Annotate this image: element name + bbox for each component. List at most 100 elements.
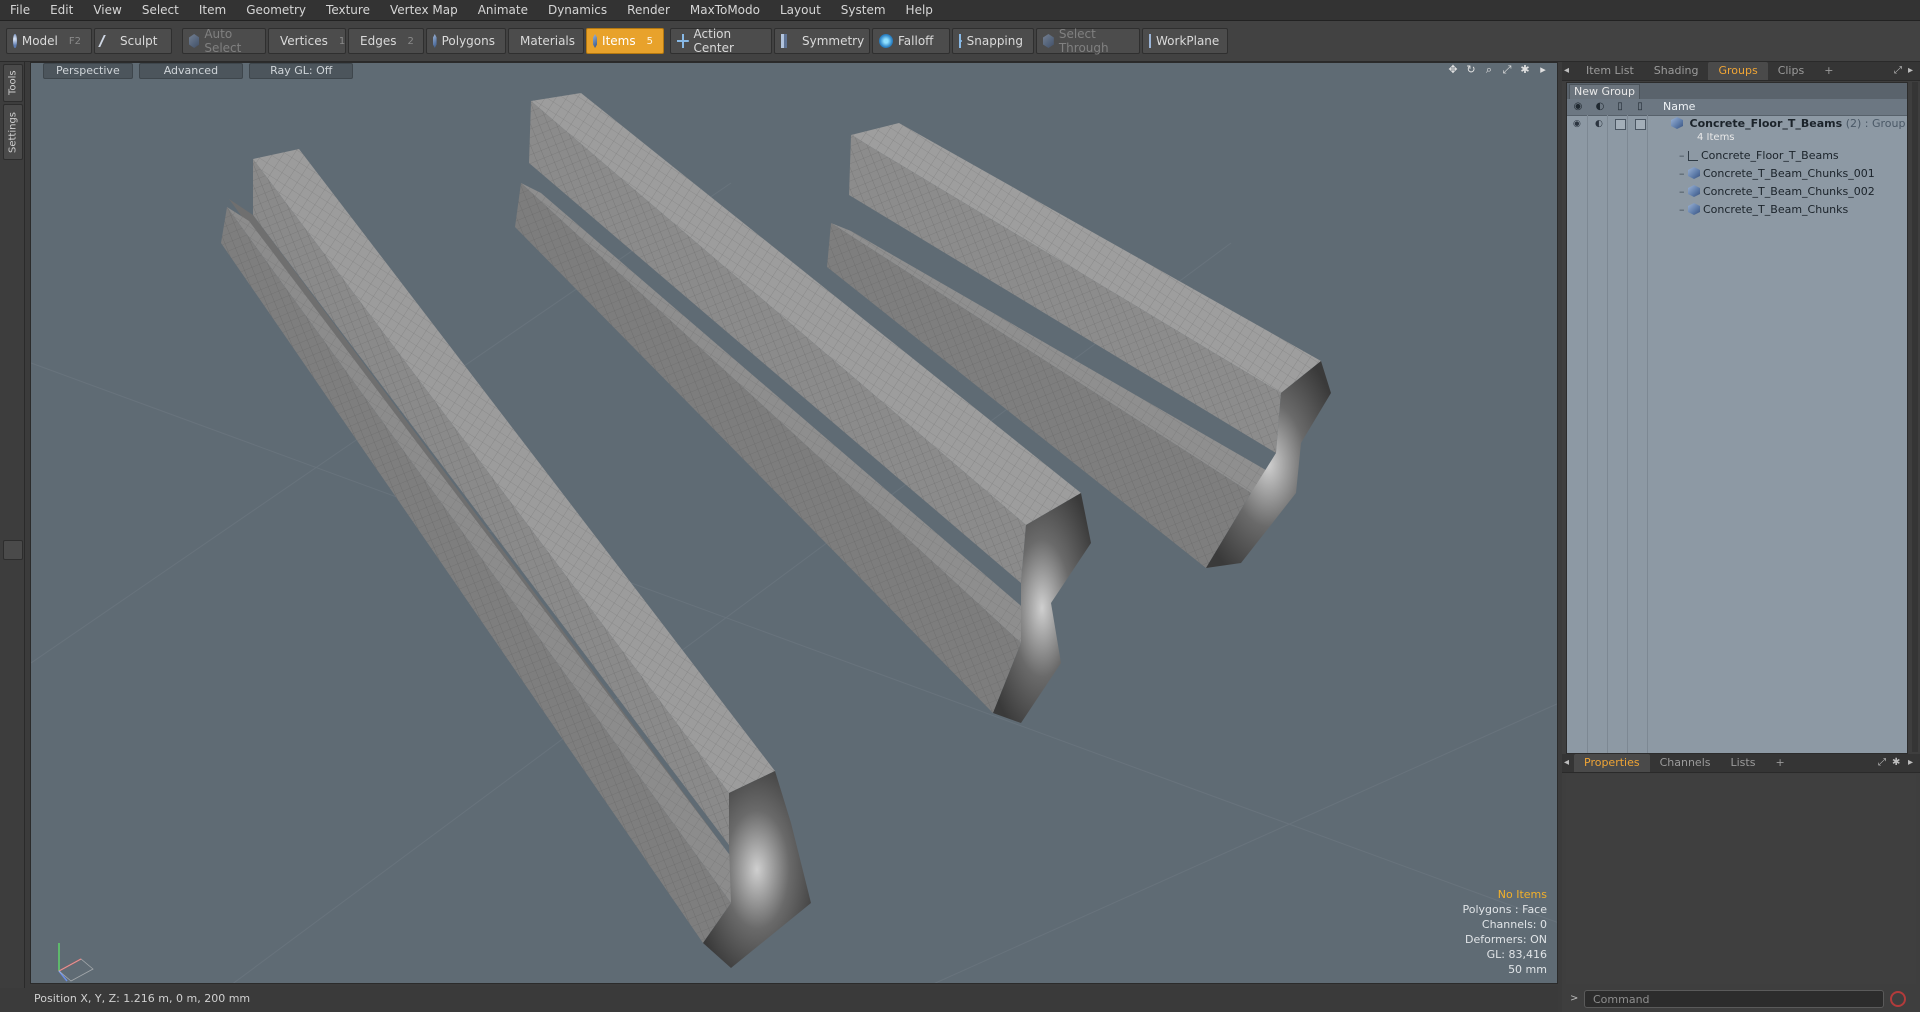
command-arrow-icon[interactable]: > (1570, 993, 1578, 1004)
gear-icon[interactable]: ✱ (1519, 64, 1531, 76)
visibility-eye-icon[interactable]: ◉ (1573, 119, 1581, 129)
select-checkbox[interactable] (1635, 119, 1646, 130)
panel-arrow-icon[interactable]: ▸ (1908, 757, 1913, 768)
list-item[interactable]: – Concrete_T_Beam_Chunks (1679, 201, 1848, 218)
lock-header-icon[interactable]: ▯ (1613, 100, 1627, 114)
raygl-button[interactable]: Ray GL: Off (249, 63, 354, 79)
pan-icon[interactable]: ✥ (1447, 64, 1459, 76)
command-input[interactable]: Command (1584, 990, 1884, 1008)
viewport-tools: ✥ ↻ ⌕ ⤢ ✱ ▸ (1447, 64, 1549, 76)
zoom-icon[interactable]: ⌕ (1483, 64, 1495, 76)
menu-texture[interactable]: Texture (316, 0, 380, 20)
maximize-icon[interactable]: ⤢ (1878, 757, 1886, 768)
tab-lists[interactable]: Lists (1721, 754, 1766, 772)
menu-maxtomodo[interactable]: MaxToModo (680, 0, 770, 20)
panel-menu-icon[interactable]: ◂ (1564, 757, 1569, 768)
panel-menu-icon[interactable]: ◂ (1564, 65, 1569, 76)
panel-arrow-icon[interactable]: ▸ (1908, 65, 1913, 76)
items-button[interactable]: Items 5 (586, 28, 664, 54)
menu-view[interactable]: View (83, 0, 131, 20)
channels-info: Channels: 0 (1481, 918, 1547, 931)
menu-edit[interactable]: Edit (40, 0, 83, 20)
tab-add[interactable]: + (1765, 754, 1794, 772)
strip-toggle[interactable] (3, 540, 23, 560)
menu-animate[interactable]: Animate (468, 0, 538, 20)
menu-system[interactable]: System (831, 0, 896, 20)
polygons-info: Polygons : Face (1462, 903, 1547, 916)
properties-panel (1566, 774, 1916, 984)
mesh-icon (1688, 167, 1700, 179)
symmetry-button[interactable]: Symmetry (774, 28, 870, 54)
groups-scrollbar[interactable] (1912, 82, 1918, 752)
properties-tabs: ◂ Properties Channels Lists + ⤢ ✱ ▸ (1562, 754, 1920, 773)
snapping-button[interactable]: Snapping (952, 28, 1034, 54)
visibility-header-icon[interactable]: ◉ (1571, 100, 1585, 114)
tab-clips[interactable]: Clips (1768, 62, 1815, 80)
render-header-icon[interactable]: ◐ (1593, 100, 1607, 114)
tab-add[interactable]: + (1814, 62, 1843, 80)
falloff-button[interactable]: Falloff (872, 28, 950, 54)
gl-info: GL: 83,416 (1486, 948, 1547, 961)
maximize-icon[interactable]: ⤢ (1894, 65, 1902, 76)
mesh-icon (1688, 203, 1700, 215)
menu-vertex-map[interactable]: Vertex Map (380, 0, 468, 20)
deformers-info: Deformers: ON (1465, 933, 1547, 946)
select-through-button[interactable]: Select Through (1036, 27, 1140, 55)
menu-dynamics[interactable]: Dynamics (538, 0, 617, 20)
sculpt-mode-button[interactable]: Sculpt (94, 28, 172, 54)
menu-render[interactable]: Render (617, 0, 680, 20)
view-type-button[interactable]: Perspective (43, 63, 133, 79)
viewport-scene[interactable] (31, 63, 1558, 984)
model-icon (13, 34, 17, 48)
menu-item[interactable]: Item (189, 0, 236, 20)
axis-gizmo (58, 943, 94, 982)
list-item[interactable]: – Concrete_T_Beam_Chunks_001 (1679, 165, 1875, 182)
render-toggle-icon[interactable]: ◐ (1595, 119, 1603, 129)
name-column-header[interactable]: Name (1663, 100, 1695, 113)
maximize-icon[interactable]: ⤢ (1501, 64, 1513, 76)
tab-channels[interactable]: Channels (1650, 754, 1721, 772)
tab-shading[interactable]: Shading (1644, 62, 1709, 80)
menu-help[interactable]: Help (896, 0, 943, 20)
menu-file[interactable]: File (0, 0, 40, 20)
menu-layout[interactable]: Layout (770, 0, 831, 20)
model-mode-button[interactable]: Model F2 (6, 28, 92, 54)
list-item[interactable]: – Concrete_T_Beam_Chunks_002 (1679, 183, 1875, 200)
sculpt-brush-icon (98, 35, 118, 47)
snapping-icon (959, 34, 962, 48)
group-icon (1671, 117, 1683, 129)
list-item[interactable]: – Concrete_Floor_T_Beams (1679, 147, 1839, 164)
settings-tab[interactable]: Settings (3, 104, 23, 160)
3d-viewport[interactable]: Perspective Advanced Ray GL: Off ✥ ↻ ⌕ ⤢… (30, 62, 1558, 984)
auto-select-button[interactable]: Auto Select (182, 27, 266, 55)
workplane-icon (1149, 34, 1151, 48)
lock-checkbox[interactable] (1615, 119, 1626, 130)
selection-info: No Items (1497, 888, 1547, 901)
groups-list[interactable]: New Group ◉ ◐ ▯ ▯ Name ◉ ◐ Concrete_Floo… (1566, 82, 1908, 754)
materials-button[interactable]: Materials (508, 28, 584, 54)
new-group-button[interactable]: New Group (1569, 84, 1640, 100)
gear-icon[interactable]: ✱ (1892, 757, 1900, 768)
select-header-icon[interactable]: ▯ (1633, 100, 1647, 114)
workplane-button[interactable]: WorkPlane (1142, 28, 1228, 54)
tab-item-list[interactable]: Item List (1576, 62, 1644, 80)
select-through-icon (1043, 34, 1054, 48)
render-mode-button[interactable]: Advanced (138, 63, 244, 79)
vertices-button[interactable]: Vertices 1 (268, 28, 346, 54)
groups-header: ◉ ◐ ▯ ▯ Name (1567, 99, 1907, 116)
viewport-info: No Items Polygons : Face Channels: 0 Def… (1462, 887, 1547, 977)
edges-button[interactable]: Edges 2 (348, 28, 424, 54)
menu-geometry[interactable]: Geometry (236, 0, 316, 20)
polygons-button[interactable]: Polygons (426, 28, 506, 54)
tab-groups[interactable]: Groups (1708, 62, 1768, 80)
expand-arrow-icon[interactable]: ▸ (1537, 64, 1549, 76)
action-center-icon (677, 34, 689, 48)
command-history-button[interactable] (1890, 991, 1906, 1007)
menu-select[interactable]: Select (132, 0, 189, 20)
items-icon (593, 34, 598, 48)
tab-properties[interactable]: Properties (1574, 754, 1650, 772)
rotate-icon[interactable]: ↻ (1465, 64, 1477, 76)
mesh-icon (1688, 185, 1700, 197)
action-center-button[interactable]: Action Center (670, 27, 772, 55)
tools-tab[interactable]: Tools (3, 64, 23, 102)
